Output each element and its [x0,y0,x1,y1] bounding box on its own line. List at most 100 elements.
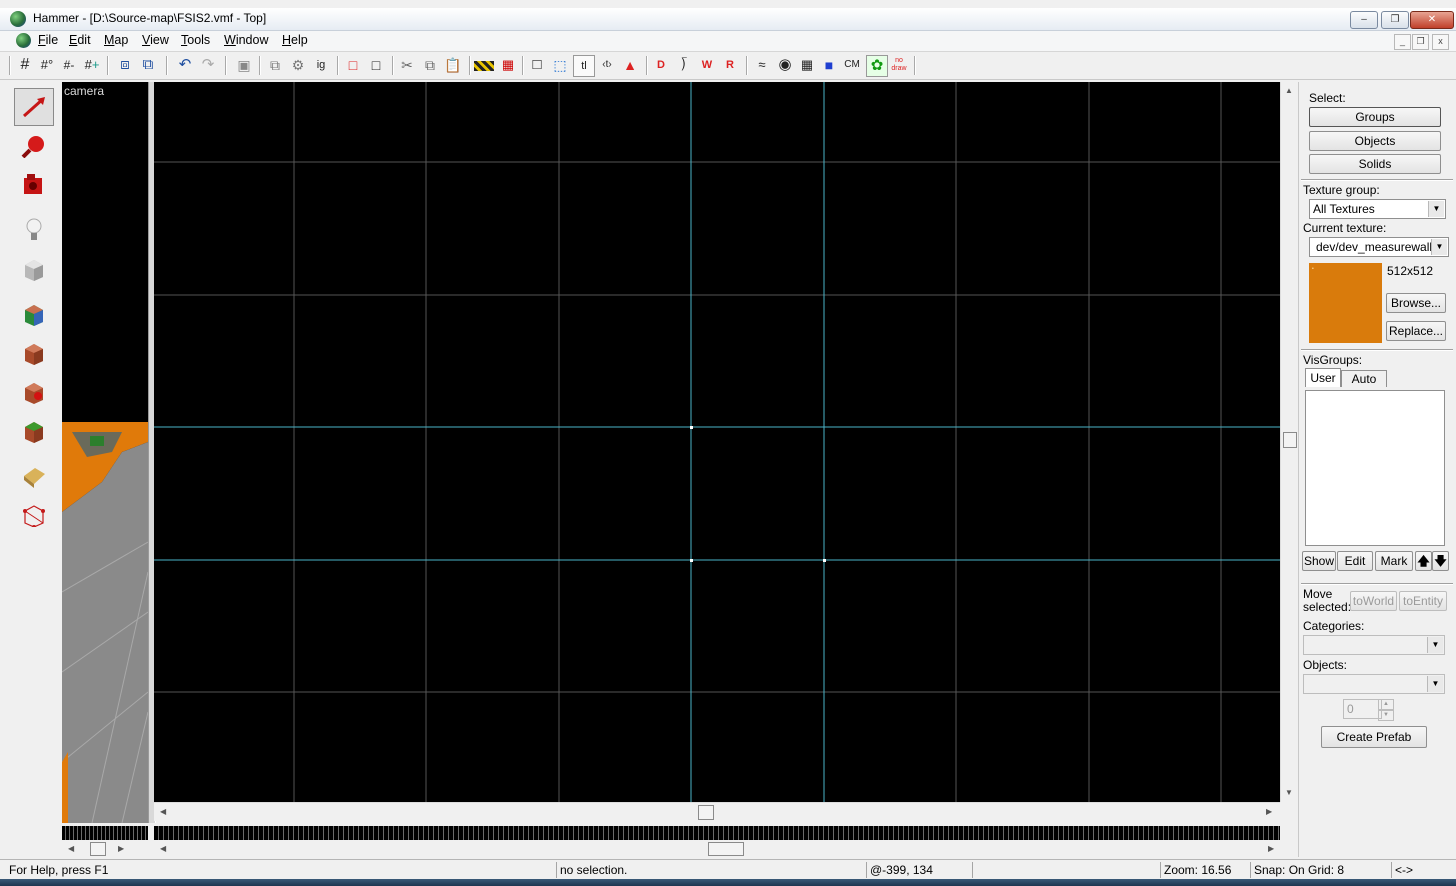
flip-horizontal-icon[interactable]: ‹t› [597,55,617,75]
radius-culling-icon[interactable]: R [720,55,740,75]
current-texture-select[interactable]: dev/dev_measurewall0 ▼ [1309,237,1449,257]
flip-vertical-icon[interactable]: ▲ [620,55,640,75]
texture-preview[interactable]: • [1309,263,1382,343]
vertex-tool-button[interactable] [14,496,54,534]
compile-icon[interactable]: ≈ [752,55,772,75]
vertical-scroll-thumb[interactable] [1283,432,1297,448]
toggle-2d-models-icon[interactable]: D [651,55,671,75]
toggle-texture-icon[interactable]: tl [573,55,595,77]
groups-button[interactable]: Groups [1309,107,1441,127]
menu-view[interactable]: View [142,33,169,47]
scroll-right-icon[interactable]: ▶ [1268,844,1274,853]
to-entity-icon[interactable]: □ [343,55,363,75]
paste-icon[interactable]: 📋 [443,55,463,75]
select-by-handles-icon[interactable]: □ [527,55,547,75]
to-entity-button[interactable]: toEntity [1399,591,1447,611]
move-down-icon[interactable]: 🡇 [1432,551,1449,571]
close-button[interactable]: ✕ [1410,11,1454,29]
magnify-tool-button[interactable] [14,127,54,165]
chevron-down-icon[interactable]: ▼ [1427,637,1443,653]
group-icon[interactable]: ▣ [234,55,254,75]
menu-window[interactable]: Window [224,33,268,47]
mdi-restore-button[interactable]: ❐ [1412,34,1429,50]
scroll-left-icon[interactable]: ◀ [160,807,166,816]
visgroups-list[interactable] [1305,390,1445,546]
horizontal-scroll-thumb[interactable] [708,842,744,856]
browse-button[interactable]: Browse... [1386,293,1446,313]
grid-3d-icon[interactable]: #° [37,55,57,75]
scroll-left-icon[interactable]: ◀ [68,844,74,853]
cubemap-button[interactable]: CM [842,55,862,75]
entity-tool-button[interactable] [14,211,54,249]
apply-decal-tool-button[interactable] [14,373,54,411]
chevron-down-icon[interactable]: ▼ [1427,676,1443,692]
nodraw-icon[interactable]: no draw [889,55,909,75]
camera-tool-button[interactable] [14,166,54,204]
to-world-icon[interactable]: □ [366,55,386,75]
objects-button[interactable]: Objects [1309,131,1441,151]
menu-tools[interactable]: Tools [181,33,210,47]
grid-toggle-icon[interactable]: # [15,55,35,75]
tab-auto[interactable]: Auto [1341,370,1387,387]
top-viewport-horizontal-scrollbar[interactable]: ◀ ▶ [154,802,1280,821]
toolbox-tool-button[interactable] [14,295,54,333]
carve-icon[interactable]: ⧈ [115,55,135,75]
tab-user[interactable]: User [1305,368,1341,387]
hide-icon[interactable]: ⚙ [288,55,308,75]
entity-report-icon[interactable]: ▦ [797,55,817,75]
smaller-grid-icon[interactable]: #- [59,55,79,75]
bottom-left-viewport[interactable] [62,826,148,840]
clipping-tool-button[interactable] [14,457,54,495]
objects-select[interactable]: ▼ [1303,674,1445,694]
block-tool-button[interactable] [14,250,54,288]
create-prefab-button[interactable]: Create Prefab [1321,726,1427,748]
top-viewport[interactable] [154,82,1280,802]
spin-down-icon[interactable]: ▼ [1378,710,1394,721]
undo-icon[interactable]: ↶ [175,55,195,75]
mdi-close-button[interactable]: x [1432,34,1449,50]
restore-button[interactable]: ❐ [1381,11,1409,29]
cut-icon[interactable]: ✂ [397,55,417,75]
categories-select[interactable]: ▼ [1303,635,1445,655]
redo-icon[interactable]: ↷ [198,55,218,75]
hollow-icon[interactable]: ⧉ [138,55,158,75]
scroll-right-icon[interactable]: ▶ [1266,807,1272,816]
larger-grid-icon[interactable]: #+ [82,55,102,75]
scroll-up-icon[interactable]: ▲ [1285,86,1293,95]
models-in-2d-icon[interactable]: W [697,55,717,75]
menu-edit[interactable]: Edit [69,33,91,47]
apply-texture-tool-button[interactable] [14,334,54,372]
bottom-right-scrollbar[interactable]: ◀ ▶ [154,840,1280,857]
apply-overlay-tool-button[interactable] [14,412,54,450]
camera-viewport[interactable]: camera [62,82,148,823]
displacement-icon[interactable]: ■ [819,55,839,75]
minimize-button[interactable]: – [1350,11,1378,29]
count-input[interactable]: 0 [1343,699,1382,719]
scroll-right-icon[interactable]: ▶ [118,844,124,853]
bottom-right-viewport[interactable] [154,826,1280,840]
top-viewport-vertical-scrollbar[interactable]: ▲ ▼ [1280,82,1298,802]
check-map-icon[interactable]: ◉ [775,55,795,75]
chevron-down-icon[interactable]: ▼ [1431,239,1447,255]
solids-button[interactable]: Solids [1309,154,1441,174]
copy-icon[interactable]: ⧉ [420,55,440,75]
texture-scale-lock-icon[interactable]: ▦ [498,55,518,75]
chevron-down-icon[interactable]: ▼ [1428,201,1444,217]
menu-help[interactable]: Help [282,33,308,47]
mdi-minimize-button[interactable]: _ [1394,34,1411,50]
ungroup-icon[interactable]: ⧉ [265,55,285,75]
helpers-icon[interactable]: ⟌ [674,55,694,75]
move-up-icon[interactable]: 🡅 [1415,551,1432,571]
texture-group-select[interactable]: All Textures ▼ [1309,199,1446,219]
bottom-left-scrollbar[interactable]: ◀ ▶ [62,840,148,857]
mark-button[interactable]: Mark [1375,551,1413,571]
scroll-left-icon[interactable]: ◀ [160,844,166,853]
show-button[interactable]: Show [1302,551,1336,571]
auto-select-icon[interactable]: ⬚ [550,55,570,75]
selection-tool-button[interactable] [14,88,54,126]
edit-button[interactable]: Edit [1337,551,1373,571]
horizontal-scroll-thumb[interactable] [90,842,106,856]
menu-file[interactable]: File [38,33,58,47]
leaf-icon[interactable]: ✿ [866,55,888,77]
spin-up-icon[interactable]: ▲ [1378,699,1394,710]
